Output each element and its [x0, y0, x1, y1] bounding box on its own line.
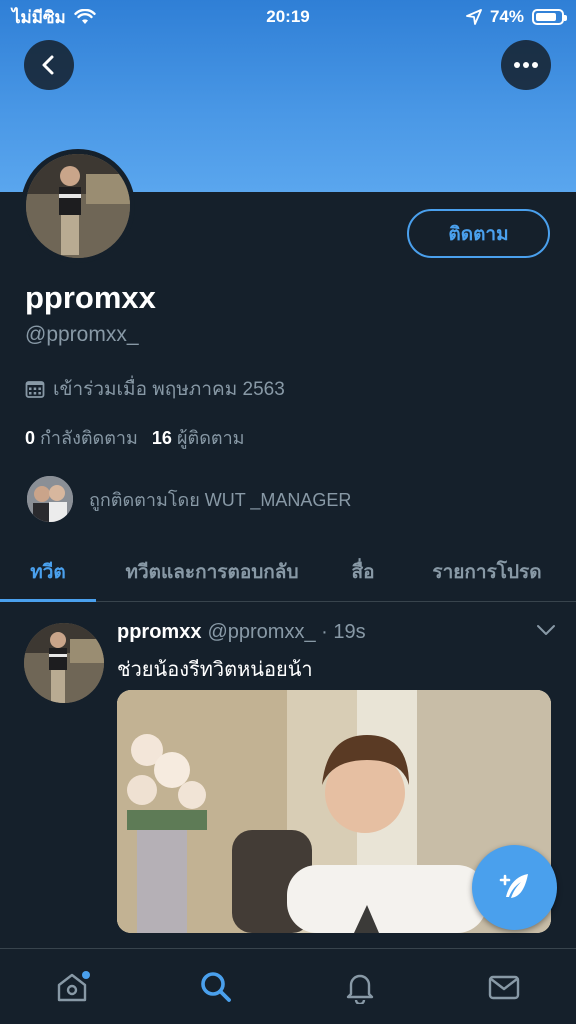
calendar-icon: [25, 381, 45, 398]
followed-by-text: ถูกติดตามโดย WUT _MANAGER: [89, 489, 352, 510]
nav-home[interactable]: [42, 957, 102, 1017]
compose-tweet-button[interactable]: [472, 845, 557, 930]
tweet-meta: @ppromxx_ · 19s: [207, 621, 366, 643]
more-icon: [514, 62, 538, 68]
joined-date: เข้าร่วมเมื่อ พฤษภาคม 2563: [25, 374, 285, 404]
followed-by[interactable]: ถูกติดตามโดย WUT _MANAGER: [25, 474, 351, 524]
profile-avatar[interactable]: [21, 149, 135, 263]
tab-tweets-replies[interactable]: ทวีตและการตอบกลับ: [96, 542, 328, 601]
followers-link[interactable]: 16 ผู้ติดตาม: [152, 423, 245, 452]
tweet-text: ช่วยน้องรีทวิตหน่อยน้า: [117, 659, 313, 681]
follow-counts: 0 กำลังติดตาม 16 ผู้ติดตาม: [25, 423, 245, 452]
tweet-author-name[interactable]: ppromxx: [117, 621, 201, 644]
battery-icon: [532, 9, 567, 25]
joined-text: เข้าร่วมเมื่อ พฤษภาคม 2563: [53, 379, 285, 400]
carrier-text: ไม่มีซิม: [12, 7, 66, 27]
nav-notifications[interactable]: [330, 957, 390, 1017]
status-bar: ไม่มีซิม 20:19 74%: [0, 0, 576, 34]
tab-likes[interactable]: รายการโปรด: [398, 542, 576, 601]
tab-media[interactable]: สื่อ: [328, 542, 398, 601]
nav-messages[interactable]: [474, 957, 534, 1017]
chevron-down-icon: [537, 625, 555, 635]
profile-tabs: ทวีต ทวีตและการตอบกลับ สื่อ รายการโปรด: [0, 542, 576, 602]
tweet-avatar[interactable]: [24, 623, 104, 703]
new-content-dot: [82, 970, 90, 979]
follow-button[interactable]: ติดตาม: [407, 209, 550, 258]
following-label: กำลังติดตาม: [40, 428, 138, 448]
tweet-options-button[interactable]: [536, 623, 556, 641]
display-name: ppromxx: [25, 280, 156, 315]
profile-handle: @ppromxx_: [25, 323, 139, 346]
tab-tweets[interactable]: ทวีต: [0, 542, 96, 602]
followers-count: 16: [151, 428, 172, 448]
search-icon: [201, 971, 231, 1002]
bottom-nav: [0, 948, 576, 1024]
chevron-left-icon: [42, 55, 54, 75]
follower-avatar: [25, 474, 75, 524]
wifi-icon: [74, 9, 96, 24]
back-button[interactable]: [24, 40, 74, 90]
compose-feather-icon: [499, 873, 528, 898]
followers-label: ผู้ติดตาม: [176, 428, 245, 448]
profile-photo: [26, 154, 130, 258]
messages-icon: [488, 975, 520, 999]
more-options-button[interactable]: [501, 40, 551, 90]
notifications-icon: [346, 974, 374, 1004]
battery-text: 74%: [489, 7, 524, 26]
following-count: 0: [25, 428, 36, 448]
nav-search[interactable]: [186, 957, 246, 1017]
tweet-header: ppromxx @ppromxx_ · 19s: [117, 621, 366, 644]
following-link[interactable]: 0 กำลังติดตาม: [25, 423, 138, 452]
location-arrow-icon: [466, 9, 482, 25]
